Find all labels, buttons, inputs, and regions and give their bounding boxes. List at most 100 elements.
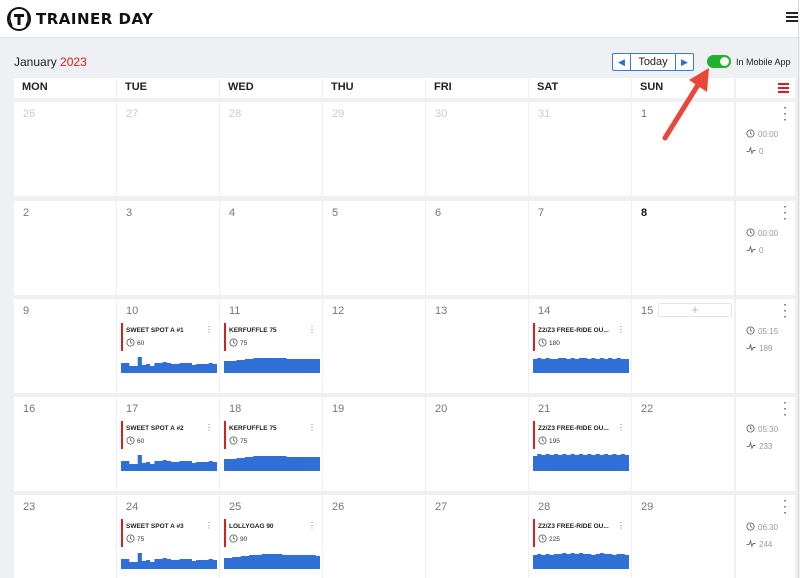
- day-cell[interactable]: 6: [426, 201, 528, 295]
- day-cell[interactable]: 5: [323, 201, 425, 295]
- day-cell[interactable]: 12: [323, 299, 425, 393]
- workout-menu-icon[interactable]: ⋮: [617, 325, 625, 334]
- clock-icon: [126, 338, 135, 349]
- workout-card[interactable]: KERFUFFLE 75 ⋮ 75: [224, 323, 320, 373]
- workout-profile-graph: [121, 455, 217, 471]
- day-cell[interactable]: 27: [426, 495, 528, 578]
- weekday-header-wed: WED: [220, 78, 322, 98]
- workout-name: Z2/Z3 FREE-RIDE OU...: [538, 327, 609, 334]
- workout-menu-icon[interactable]: ⋮: [617, 423, 625, 432]
- workout-name: SWEET SPOT A #1: [126, 327, 184, 334]
- more-options-icon[interactable]: · · ·: [784, 399, 787, 421]
- day-cell[interactable]: 2: [14, 201, 116, 295]
- day-cell[interactable]: 20: [426, 397, 528, 491]
- workout-profile-graph: [121, 553, 217, 569]
- workout-menu-icon[interactable]: ⋮: [308, 325, 316, 334]
- workout-duration: 75: [126, 534, 144, 545]
- day-number: 14: [538, 305, 551, 317]
- clock-icon: [229, 436, 238, 447]
- day-number: 27: [126, 108, 139, 120]
- day-cell[interactable]: 4: [220, 201, 322, 295]
- day-number: 22: [641, 403, 654, 415]
- week-duration-value: 05:30: [758, 425, 779, 434]
- workout-menu-icon[interactable]: ⋮: [308, 423, 316, 432]
- workout-card[interactable]: Z2/Z3 FREE-RIDE OU... ⋮ 195: [533, 421, 629, 471]
- more-options-icon[interactable]: · · ·: [784, 203, 787, 225]
- trainerday-logo-icon[interactable]: [6, 6, 32, 32]
- day-cell[interactable]: 30: [426, 102, 528, 196]
- day-cell[interactable]: 8: [632, 201, 734, 295]
- workout-card[interactable]: KERFUFFLE 75 ⋮ 75: [224, 421, 320, 471]
- more-options-icon[interactable]: · · ·: [784, 104, 787, 126]
- day-number: 23: [23, 501, 36, 513]
- workout-card[interactable]: SWEET SPOT A #2 ⋮ 60: [121, 421, 217, 471]
- workout-menu-icon[interactable]: ⋮: [205, 521, 213, 530]
- week-menu-cell: [736, 78, 795, 98]
- week-duration-value: 00:00: [758, 229, 779, 238]
- day-cell[interactable]: 26: [323, 495, 425, 578]
- more-options-icon[interactable]: · · ·: [784, 497, 787, 519]
- workout-card[interactable]: Z2/Z3 FREE-RIDE OU... ⋮ 180: [533, 323, 629, 373]
- workout-name: SWEET SPOT A #3: [126, 523, 184, 530]
- day-number: 20: [435, 403, 448, 415]
- day-cell[interactable]: 22: [632, 397, 734, 491]
- workout-duration-value: 60: [137, 438, 145, 445]
- week-duration-value: 00:00: [758, 130, 779, 139]
- workout-menu-icon[interactable]: ⋮: [617, 521, 625, 530]
- workout-accent-bar: [121, 323, 123, 351]
- window-edge: [798, 0, 799, 578]
- workout-duration: 195: [538, 436, 560, 447]
- day-cell[interactable]: 29: [632, 495, 734, 578]
- workout-menu-icon[interactable]: ⋮: [205, 325, 213, 334]
- clock-icon: [746, 228, 755, 239]
- workout-duration-value: 225: [549, 536, 560, 543]
- workout-menu-icon[interactable]: ⋮: [205, 423, 213, 432]
- day-cell[interactable]: 9: [14, 299, 116, 393]
- month-title: January 2023: [14, 55, 87, 69]
- day-cell[interactable]: 7: [529, 201, 631, 295]
- workout-menu-icon[interactable]: ⋮: [308, 521, 316, 530]
- day-cell[interactable]: 19: [323, 397, 425, 491]
- workout-profile-graph: [533, 358, 629, 373]
- day-cell[interactable]: 16: [14, 397, 116, 491]
- day-cell[interactable]: 15 +: [632, 299, 734, 393]
- workout-duration: 75: [229, 338, 247, 349]
- chevron-left-icon[interactable]: ◀: [613, 54, 631, 70]
- day-cell[interactable]: 31: [529, 102, 631, 196]
- week-summary: · · · 05:15 189: [736, 299, 795, 393]
- day-cell[interactable]: 23: [14, 495, 116, 578]
- workout-name: LOLLYGAG 90: [229, 523, 274, 530]
- add-workout-button[interactable]: +: [658, 303, 732, 317]
- list-menu-icon[interactable]: [778, 83, 789, 95]
- workout-card[interactable]: Z2/Z3 FREE-RIDE OU... ⋮ 225: [533, 519, 629, 569]
- activity-pulse-icon: [746, 146, 756, 157]
- workout-card[interactable]: SWEET SPOT A #3 ⋮ 75: [121, 519, 217, 569]
- week-load: 233: [746, 441, 772, 452]
- day-cell[interactable]: 27: [117, 102, 219, 196]
- week-duration: 06:30: [746, 522, 778, 533]
- more-options-icon[interactable]: · · ·: [784, 301, 787, 323]
- workout-accent-bar: [533, 519, 535, 547]
- clock-icon: [538, 338, 547, 349]
- clock-icon: [538, 534, 547, 545]
- day-cell[interactable]: 29: [323, 102, 425, 196]
- workout-duration-value: 195: [549, 438, 560, 445]
- day-cell[interactable]: 13: [426, 299, 528, 393]
- workout-name: SWEET SPOT A #2: [126, 425, 184, 432]
- workout-duration: 225: [538, 534, 560, 545]
- workout-accent-bar: [224, 323, 226, 351]
- toggle-knob: [720, 57, 729, 66]
- day-number: 2: [23, 207, 30, 219]
- clock-icon: [538, 436, 547, 447]
- week-summary: · · · 06:30 244: [736, 495, 795, 578]
- hamburger-menu-icon[interactable]: [786, 12, 798, 22]
- day-cell[interactable]: 3: [117, 201, 219, 295]
- workout-accent-bar: [121, 421, 123, 449]
- day-number: 18: [229, 403, 242, 415]
- workout-card[interactable]: SWEET SPOT A #1 ⋮ 60: [121, 323, 217, 373]
- day-cell[interactable]: 28: [220, 102, 322, 196]
- day-number: 8: [641, 207, 648, 219]
- day-cell[interactable]: 26: [14, 102, 116, 196]
- workout-card[interactable]: LOLLYGAG 90 ⋮ 90: [224, 519, 320, 569]
- clock-icon: [229, 534, 238, 545]
